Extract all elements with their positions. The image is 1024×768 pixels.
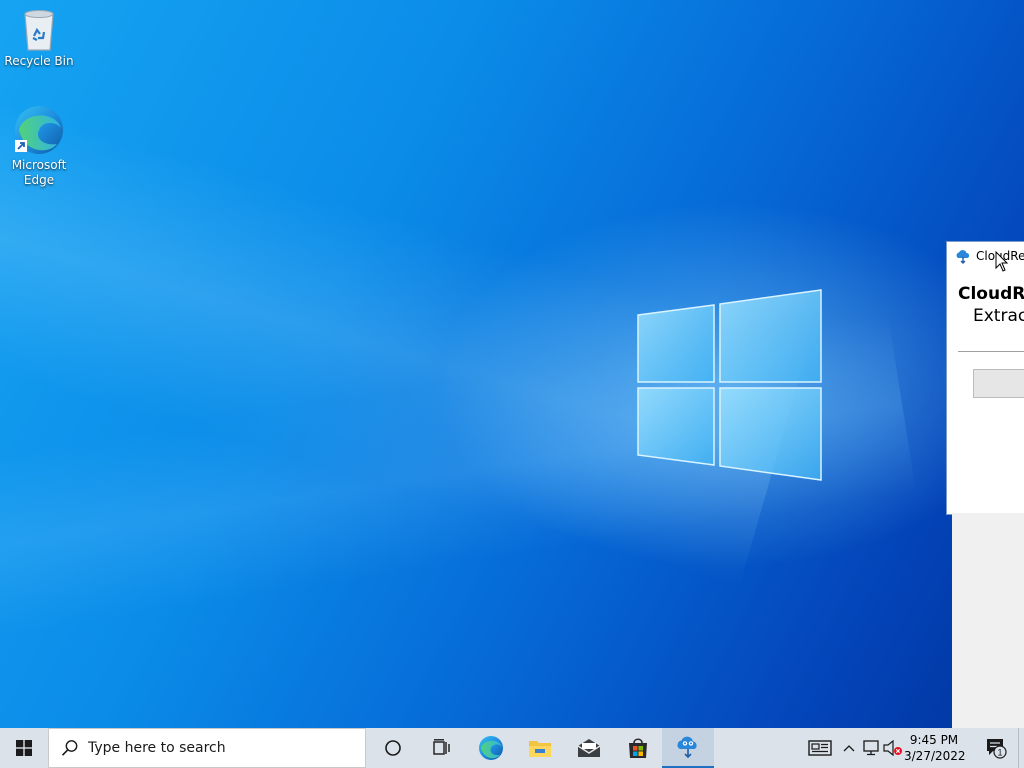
clock-date: 3/27/2022 — [904, 749, 966, 763]
store-icon — [628, 738, 647, 758]
dialog-shadow-panel — [952, 513, 1024, 728]
chevron-up-icon — [843, 745, 855, 752]
news-icon — [808, 740, 832, 756]
taskbar-mail-button[interactable] — [564, 728, 613, 768]
desktop[interactable]: Recycle Bin Microsoft Edge — [0, 0, 1024, 728]
taskbar-clock[interactable]: 9:45 PM 3/27/2022 — [904, 732, 966, 764]
network-button[interactable] — [860, 728, 882, 768]
progress-bar — [973, 369, 1024, 398]
show-hidden-icons-button[interactable] — [838, 728, 860, 768]
file-explorer-icon — [528, 741, 551, 757]
dialog-separator — [958, 351, 1024, 352]
news-button[interactable] — [802, 728, 838, 768]
volume-button[interactable] — [882, 728, 904, 768]
windows-start-icon — [16, 740, 32, 756]
cortana-button[interactable] — [368, 728, 417, 768]
cortana-icon — [384, 740, 401, 756]
desktop-icon-recycle-bin[interactable]: Recycle Bin — [2, 8, 76, 69]
search-icon — [61, 740, 78, 756]
dialog-titlebar[interactable]: CloudRea — [947, 242, 1024, 270]
action-center-button[interactable]: 1 — [976, 728, 1016, 768]
windows-logo-wallpaper — [637, 289, 822, 481]
mouse-cursor-icon — [995, 251, 1009, 272]
dialog-heading: CloudRe — [958, 284, 1024, 304]
network-icon — [863, 740, 879, 756]
clock-time: 9:45 PM — [909, 733, 959, 747]
volume-muted-icon — [883, 740, 902, 756]
desktop-icon-microsoft-edge[interactable]: Microsoft Edge — [2, 104, 76, 188]
edge-icon — [478, 736, 503, 760]
desktop-icon-label: Recycle Bin — [4, 54, 74, 68]
dialog-status-text: Extract — [973, 306, 1024, 326]
taskbar-edge-button[interactable] — [466, 728, 515, 768]
desktop-icon-label: Microsoft Edge — [11, 158, 67, 187]
show-desktop-button[interactable] — [1018, 728, 1024, 768]
system-tray: 9:45 PM 3/27/2022 1 — [802, 728, 1024, 768]
taskbar-cloud-app-button[interactable] — [662, 728, 714, 768]
recycle-bin-icon — [24, 10, 54, 51]
edge-icon — [15, 106, 63, 154]
task-view-icon — [432, 739, 450, 755]
taskbar-search-box[interactable]: Type here to search — [48, 728, 366, 768]
cloud-app-icon — [956, 250, 970, 264]
search-placeholder: Type here to search — [88, 740, 226, 756]
cloud-app-icon — [677, 736, 697, 759]
notification-icon: 1 — [987, 739, 1007, 759]
cloud-app-dialog[interactable]: CloudRea CloudRe Extract — [946, 241, 1024, 515]
taskbar-store-button[interactable] — [613, 728, 662, 768]
mail-icon — [577, 739, 600, 757]
start-button[interactable] — [0, 728, 48, 768]
taskbar-file-explorer-button[interactable] — [515, 728, 564, 768]
task-view-button[interactable] — [417, 728, 466, 768]
taskbar: Type here to search 9:45 PM 3/27/2022 1 — [0, 728, 1024, 768]
notification-count: 1 — [997, 748, 1002, 758]
